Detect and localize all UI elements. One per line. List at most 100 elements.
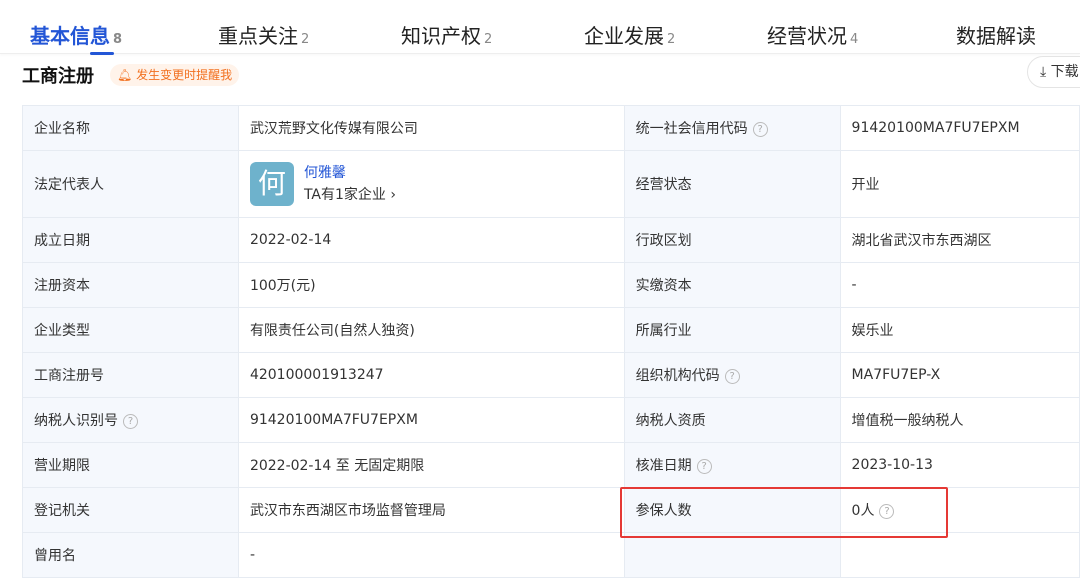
cell-text: 420100001913247 bbox=[249, 367, 384, 383]
field-value: MA7FU7EP-X bbox=[839, 352, 1080, 398]
table-row: 曾用名 - bbox=[22, 532, 1080, 578]
field-value: 2022-02-14 bbox=[237, 217, 625, 263]
field-label: 工商注册号 bbox=[22, 352, 239, 398]
tab-label: 重点关注 bbox=[218, 24, 298, 48]
field-label: 组织机构代码? bbox=[623, 352, 841, 398]
help-icon[interactable]: ? bbox=[752, 122, 768, 137]
field-value: 何何雅馨 TA有1家企业 › bbox=[237, 150, 625, 218]
field-label: 登记机关 bbox=[22, 487, 239, 533]
cell-text: - bbox=[851, 277, 857, 293]
tab-count: 4 bbox=[850, 32, 859, 47]
reminder-label: 发生变更时提醒我 bbox=[136, 68, 233, 82]
cell-text: 91420100MA7FU7EPXM bbox=[249, 412, 418, 428]
field-value: 2023-10-13 bbox=[839, 442, 1080, 488]
cell-text: 经营状态 bbox=[635, 177, 692, 193]
tab-count: 2 bbox=[667, 32, 676, 47]
field-value: 娱乐业 bbox=[839, 307, 1080, 353]
table-row: 工商注册号 420100001913247 组织机构代码? MA7FU7EP-X bbox=[22, 352, 1080, 398]
tab-data-insight[interactable]: 数据解读 bbox=[956, 20, 1036, 49]
field-value: 有限责任公司(自然人独资) bbox=[237, 307, 625, 353]
field-label: 所属行业 bbox=[623, 307, 841, 353]
table-row: 营业期限 2022-02-14 至 无固定期限 核准日期? 2023-10-13 bbox=[22, 442, 1080, 488]
tab-count: 2 bbox=[484, 32, 493, 47]
field-label: 统一社会信用代码? bbox=[623, 105, 841, 151]
download-label: 下载 bbox=[1050, 64, 1079, 80]
field-label: 实缴资本 bbox=[623, 262, 841, 308]
cell-text: 开业 bbox=[851, 177, 880, 193]
bell-icon: 🔔︎ bbox=[117, 68, 137, 82]
cell-text: 有限责任公司(自然人独资) bbox=[249, 323, 415, 339]
cell-text: MA7FU7EP-X bbox=[851, 367, 941, 383]
table-row: 纳税人识别号? 91420100MA7FU7EPXM 纳税人资质 增值税一般纳税人 bbox=[22, 397, 1080, 443]
download-icon: ⤓ bbox=[1040, 64, 1051, 80]
cell-text: 注册资本 bbox=[34, 278, 90, 294]
cell-text: 91420100MA7FU7EPXM bbox=[851, 120, 1020, 136]
table-row: 法定代表人 何何雅馨 TA有1家企业 › 经营状态 开业 bbox=[22, 150, 1080, 218]
field-value: 100万(元) bbox=[237, 262, 625, 308]
cell-text: 企业类型 bbox=[34, 323, 90, 339]
tab-label: 知识产权 bbox=[401, 24, 481, 48]
cell-text: 纳税人资质 bbox=[635, 413, 706, 429]
field-label: 曾用名 bbox=[22, 532, 239, 578]
table-row: 成立日期 2022-02-14 行政区划 湖北省武汉市东西湖区 bbox=[22, 217, 1080, 263]
cell-text: 纳税人识别号 bbox=[34, 413, 118, 429]
tab-ip[interactable]: 知识产权 2 bbox=[401, 20, 492, 49]
field-value bbox=[839, 532, 1080, 578]
field-value: 武汉荒野文化传媒有限公司 bbox=[237, 105, 625, 151]
tab-label: 经营状况 bbox=[767, 24, 847, 48]
cell-text: 武汉荒野文化传媒有限公司 bbox=[249, 121, 418, 137]
tab-development[interactable]: 企业发展 2 bbox=[584, 20, 675, 49]
cell-text: 成立日期 bbox=[34, 233, 90, 249]
help-icon[interactable]: ? bbox=[724, 369, 740, 384]
table-row: 注册资本 100万(元) 实缴资本 - bbox=[22, 262, 1080, 308]
field-label: 企业类型 bbox=[22, 307, 239, 353]
field-label bbox=[623, 532, 841, 578]
cell-text: 行政区划 bbox=[635, 233, 692, 249]
tab-label: 数据解读 bbox=[956, 24, 1036, 48]
field-label: 经营状态 bbox=[623, 150, 841, 218]
field-label: 注册资本 bbox=[22, 262, 239, 308]
field-label: 核准日期? bbox=[623, 442, 841, 488]
tab-count: 2 bbox=[301, 32, 310, 47]
tab-label: 企业发展 bbox=[584, 24, 664, 48]
cell-text: 湖北省武汉市东西湖区 bbox=[851, 233, 992, 249]
tab-basic-info[interactable]: 基本信息 8 bbox=[30, 20, 122, 55]
field-value: 91420100MA7FU7EPXM bbox=[839, 105, 1080, 151]
cell-text: 2023-10-13 bbox=[851, 457, 933, 473]
help-icon[interactable]: ? bbox=[123, 414, 138, 429]
cell-text: 登记机关 bbox=[34, 503, 90, 519]
rep-companies-link[interactable]: TA有1家企业 › bbox=[304, 187, 396, 203]
field-value: 增值税一般纳税人 bbox=[839, 397, 1080, 443]
help-icon[interactable]: ? bbox=[696, 459, 712, 474]
highlight-box bbox=[620, 487, 948, 538]
download-button[interactable]: ⤓ 下载 bbox=[1027, 56, 1080, 88]
cell-text: 实缴资本 bbox=[635, 278, 692, 294]
cell-text: 营业期限 bbox=[34, 458, 90, 474]
field-label: 纳税人识别号? bbox=[22, 397, 239, 443]
cell-text: 2022-02-14 至 无固定期限 bbox=[249, 458, 425, 474]
field-value: 湖北省武汉市东西湖区 bbox=[839, 217, 1080, 263]
cell-text: 企业名称 bbox=[34, 121, 90, 137]
cell-text: 100万(元) bbox=[249, 278, 316, 294]
field-label: 纳税人资质 bbox=[623, 397, 841, 443]
cell-text: 统一社会信用代码 bbox=[635, 121, 748, 137]
cell-text: 娱乐业 bbox=[851, 323, 894, 339]
tab-key-focus[interactable]: 重点关注 2 bbox=[218, 20, 309, 49]
change-reminder-button[interactable]: 🔔︎ 发生变更时提醒我 bbox=[110, 64, 240, 86]
cell-text: 2022-02-14 bbox=[249, 232, 332, 248]
chevron-right-icon: › bbox=[390, 187, 396, 203]
cell-text: 组织机构代码 bbox=[635, 368, 720, 384]
field-label: 法定代表人 bbox=[22, 150, 239, 218]
legal-rep-name[interactable]: 何雅馨 bbox=[304, 165, 346, 181]
field-value: - bbox=[237, 532, 625, 578]
field-value: 420100001913247 bbox=[237, 352, 625, 398]
cell-text: 增值税一般纳税人 bbox=[851, 413, 964, 429]
cell-text: 所属行业 bbox=[635, 323, 692, 339]
field-value: 开业 bbox=[839, 150, 1080, 218]
tab-operations[interactable]: 经营状况 4 bbox=[767, 20, 858, 49]
tab-label: 基本信息 bbox=[30, 24, 110, 48]
field-value: 91420100MA7FU7EPXM bbox=[237, 397, 625, 443]
field-value: - bbox=[839, 262, 1080, 308]
section-title: 工商注册 bbox=[22, 66, 94, 87]
table-row: 企业名称 武汉荒野文化传媒有限公司 统一社会信用代码? 91420100MA7FU7E… bbox=[22, 105, 1080, 151]
